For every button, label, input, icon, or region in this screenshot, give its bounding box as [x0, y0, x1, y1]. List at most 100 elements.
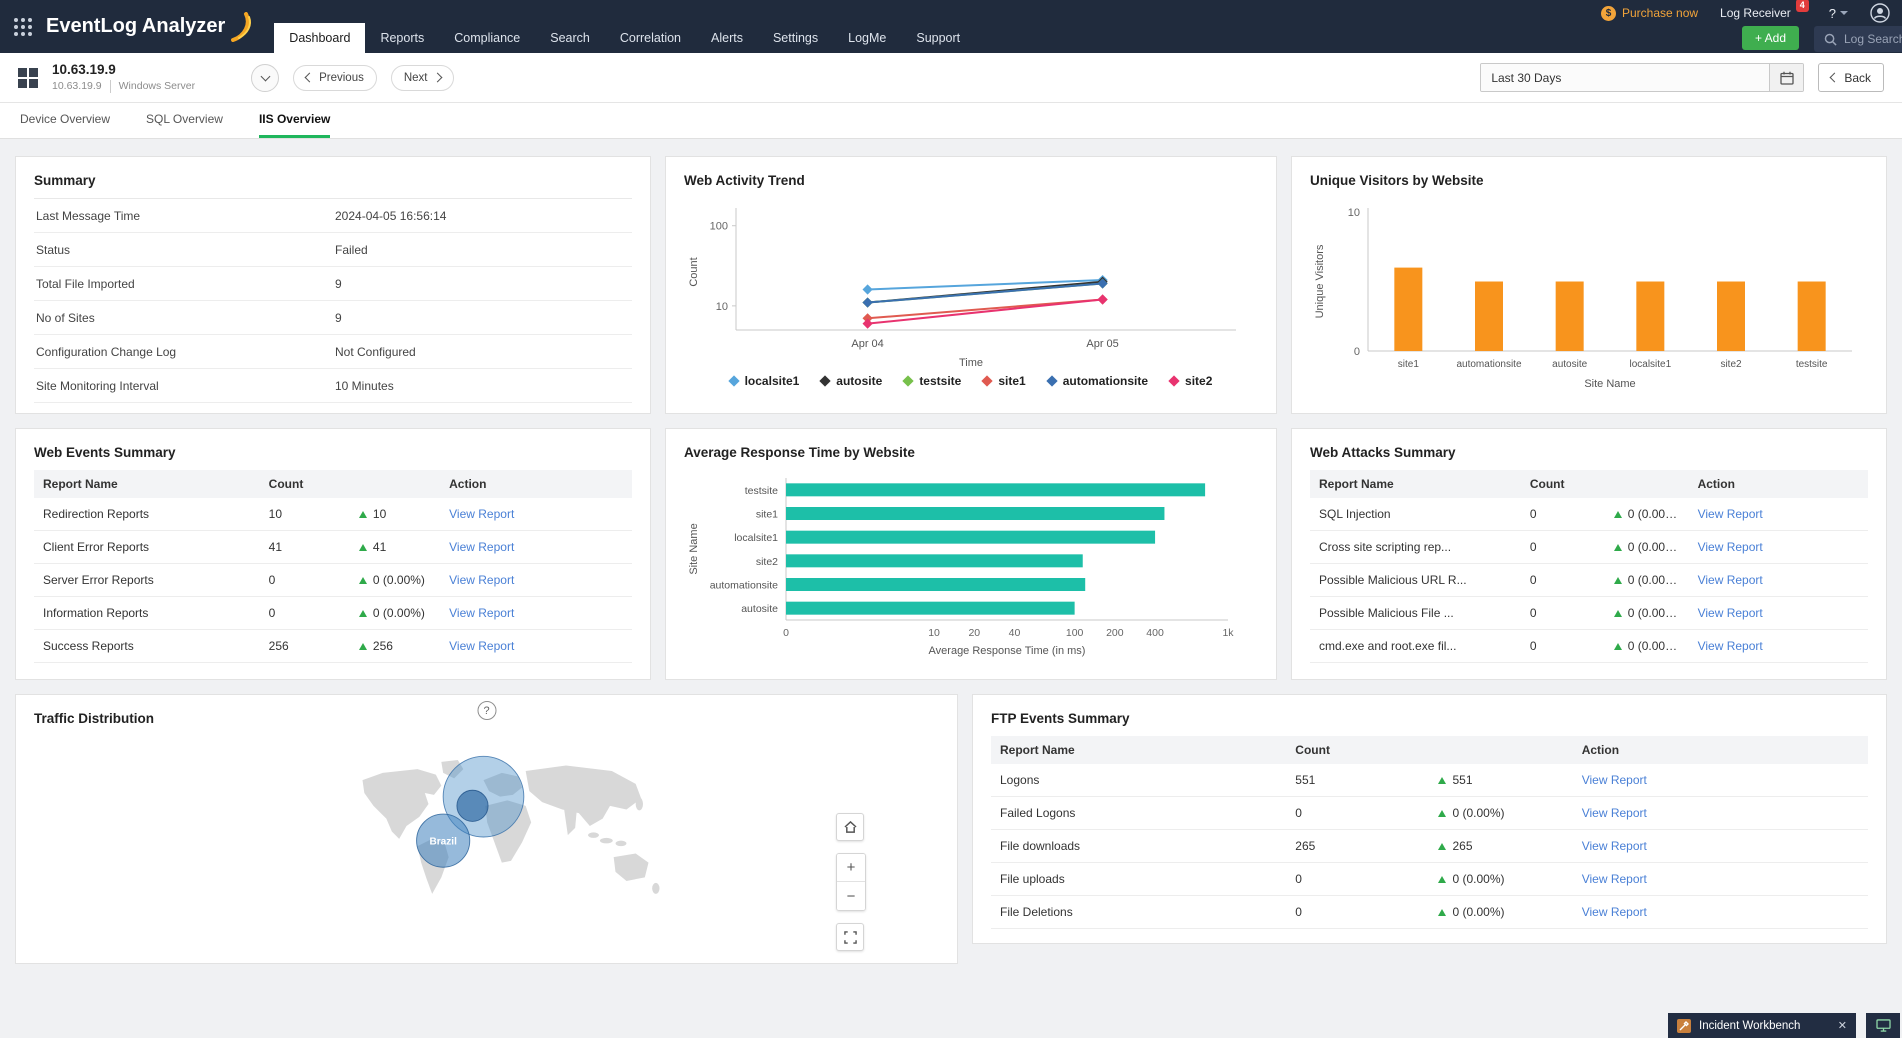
nav-item-compliance[interactable]: Compliance — [439, 23, 535, 53]
nav-item-dashboard[interactable]: Dashboard — [274, 23, 366, 53]
chevron-down-icon — [260, 71, 271, 81]
nav-item-alerts[interactable]: Alerts — [696, 23, 758, 53]
summary-value: Not Configured — [333, 334, 632, 369]
app-logo[interactable]: EventLog Analyzer — [46, 0, 268, 53]
avg-response-time-chart: testsite site1 localsite1 site2 automationsi… — [684, 470, 1258, 668]
overview-tabs: Device Overview SQL Overview IIS Overvie… — [0, 103, 1902, 139]
tab-iis-overview[interactable]: IIS Overview — [258, 103, 331, 138]
svg-text:Site Name: Site Name — [1584, 378, 1635, 390]
log-receiver-badge: 4 — [1795, 0, 1809, 12]
log-search-placeholder: Log Search — [1844, 32, 1902, 46]
map-zoom-in-button[interactable]: + — [837, 854, 865, 882]
up-arrow-icon — [1438, 777, 1447, 784]
report-delta: 256 — [372, 639, 393, 653]
view-report-link[interactable]: View Report — [449, 639, 514, 653]
svg-text:site1: site1 — [756, 509, 778, 521]
nav-item-correlation[interactable]: Correlation — [605, 23, 696, 53]
view-report-link[interactable]: View Report — [449, 540, 514, 554]
add-button[interactable]: + Add — [1741, 26, 1799, 50]
up-arrow-icon — [358, 511, 367, 518]
next-button[interactable]: Next — [390, 64, 454, 91]
report-name: Information Reports — [34, 596, 260, 630]
view-report-link[interactable]: View Report — [1698, 573, 1763, 587]
svg-text:1k: 1k — [1222, 627, 1234, 639]
previous-button[interactable]: Previous — [293, 64, 377, 91]
column-report-name: Report Name — [991, 736, 1287, 764]
legend-label: autosite — [836, 374, 883, 388]
web-events-summary-card: Web Events Summary Report Name Count Act… — [15, 428, 651, 680]
column-count: Count — [259, 470, 441, 498]
period-selector[interactable]: Last 30 Days — [1480, 63, 1805, 92]
card-title: Web Events Summary — [34, 445, 176, 460]
period-value: Last 30 Days — [1481, 64, 1770, 91]
view-report-link[interactable]: View Report — [449, 606, 514, 620]
help-icon[interactable]: ? — [477, 701, 496, 720]
back-button[interactable]: Back — [1818, 63, 1884, 92]
card-title: FTP Events Summary — [991, 711, 1130, 726]
up-arrow-icon — [1438, 876, 1447, 883]
device-dropdown-button[interactable] — [251, 63, 280, 92]
map-home-button[interactable] — [836, 813, 864, 841]
report-delta: 0 (0.00%) — [1452, 872, 1505, 886]
incident-workbench-label: Incident Workbench — [1699, 1019, 1801, 1032]
summary-value: 2024-04-05 16:56:14 — [333, 199, 632, 233]
svg-text:100: 100 — [710, 221, 728, 233]
legend-item[interactable]: site2 — [1168, 374, 1212, 388]
view-report-link[interactable]: View Report — [1582, 905, 1647, 919]
report-name: cmd.exe and root.exe fil... — [1310, 629, 1521, 663]
view-report-link[interactable]: View Report — [1582, 806, 1647, 820]
device-os: Windows Server — [109, 80, 195, 93]
view-report-link[interactable]: View Report — [1582, 872, 1647, 886]
svg-text:Time: Time — [959, 357, 983, 369]
view-report-link[interactable]: View Report — [1582, 773, 1647, 787]
tab-device-overview[interactable]: Device Overview — [20, 103, 110, 138]
web-attacks-table: Report Name Count Action SQL Injection 0… — [1310, 470, 1868, 663]
legend-marker-icon — [819, 375, 831, 387]
card-title: Unique Visitors by Website — [1310, 173, 1484, 188]
legend-marker-icon — [1168, 375, 1180, 387]
legend-item[interactable]: site1 — [981, 374, 1026, 388]
column-count: Count — [1520, 470, 1689, 498]
svg-text:400: 400 — [1146, 627, 1164, 639]
view-report-link[interactable]: View Report — [1582, 839, 1647, 853]
nav-item-settings[interactable]: Settings — [758, 23, 833, 53]
help-menu-button[interactable]: ? — [1829, 6, 1848, 21]
map-zoom-out-button[interactable]: − — [837, 882, 865, 910]
nav-item-support[interactable]: Support — [901, 23, 975, 53]
report-count: 0 — [1520, 498, 1605, 531]
report-delta: 0 (0.00%) — [1452, 905, 1505, 919]
legend-item[interactable]: localsite1 — [727, 374, 799, 388]
console-corner-button[interactable] — [1866, 1013, 1900, 1038]
view-report-link[interactable]: View Report — [1698, 639, 1763, 653]
close-icon[interactable]: ✕ — [1838, 1019, 1847, 1032]
legend-item[interactable]: automationsite — [1046, 374, 1148, 388]
up-arrow-icon — [1613, 544, 1622, 551]
incident-workbench-bar[interactable]: Incident Workbench ✕ — [1668, 1013, 1856, 1038]
apps-grid-icon[interactable] — [0, 0, 46, 53]
log-search-input[interactable]: Log Search — [1814, 26, 1902, 52]
legend-item[interactable]: testsite — [902, 374, 962, 388]
purchase-now-link[interactable]: $ Purchase now — [1601, 5, 1698, 21]
unique-visitors-card: Unique Visitors by Website 0 10 site1 autom… — [1291, 156, 1887, 414]
report-delta: 0 (0.00%) — [372, 606, 425, 620]
nav-item-search[interactable]: Search — [535, 23, 605, 53]
device-tile-icon[interactable] — [18, 67, 38, 88]
map-fullscreen-button[interactable] — [836, 923, 864, 951]
log-receiver-link[interactable]: Log Receiver 4 — [1720, 0, 1809, 20]
view-report-link[interactable]: View Report — [1698, 507, 1763, 521]
report-name: File downloads — [991, 829, 1287, 863]
nav-item-reports[interactable]: Reports — [365, 23, 439, 53]
nav-item-logme[interactable]: LogMe — [833, 23, 901, 53]
view-report-link[interactable]: View Report — [1698, 540, 1763, 554]
view-report-link[interactable]: View Report — [1698, 606, 1763, 620]
tab-sql-overview[interactable]: SQL Overview — [146, 103, 223, 138]
calendar-button[interactable] — [1769, 64, 1804, 91]
column-action: Action — [440, 470, 632, 498]
legend-item[interactable]: autosite — [819, 374, 883, 388]
up-arrow-icon — [1438, 909, 1447, 916]
user-avatar[interactable] — [1870, 3, 1890, 23]
view-report-link[interactable]: View Report — [449, 507, 514, 521]
summary-label: No of Sites — [34, 300, 333, 335]
legend-label: testsite — [919, 374, 962, 388]
view-report-link[interactable]: View Report — [449, 573, 514, 587]
